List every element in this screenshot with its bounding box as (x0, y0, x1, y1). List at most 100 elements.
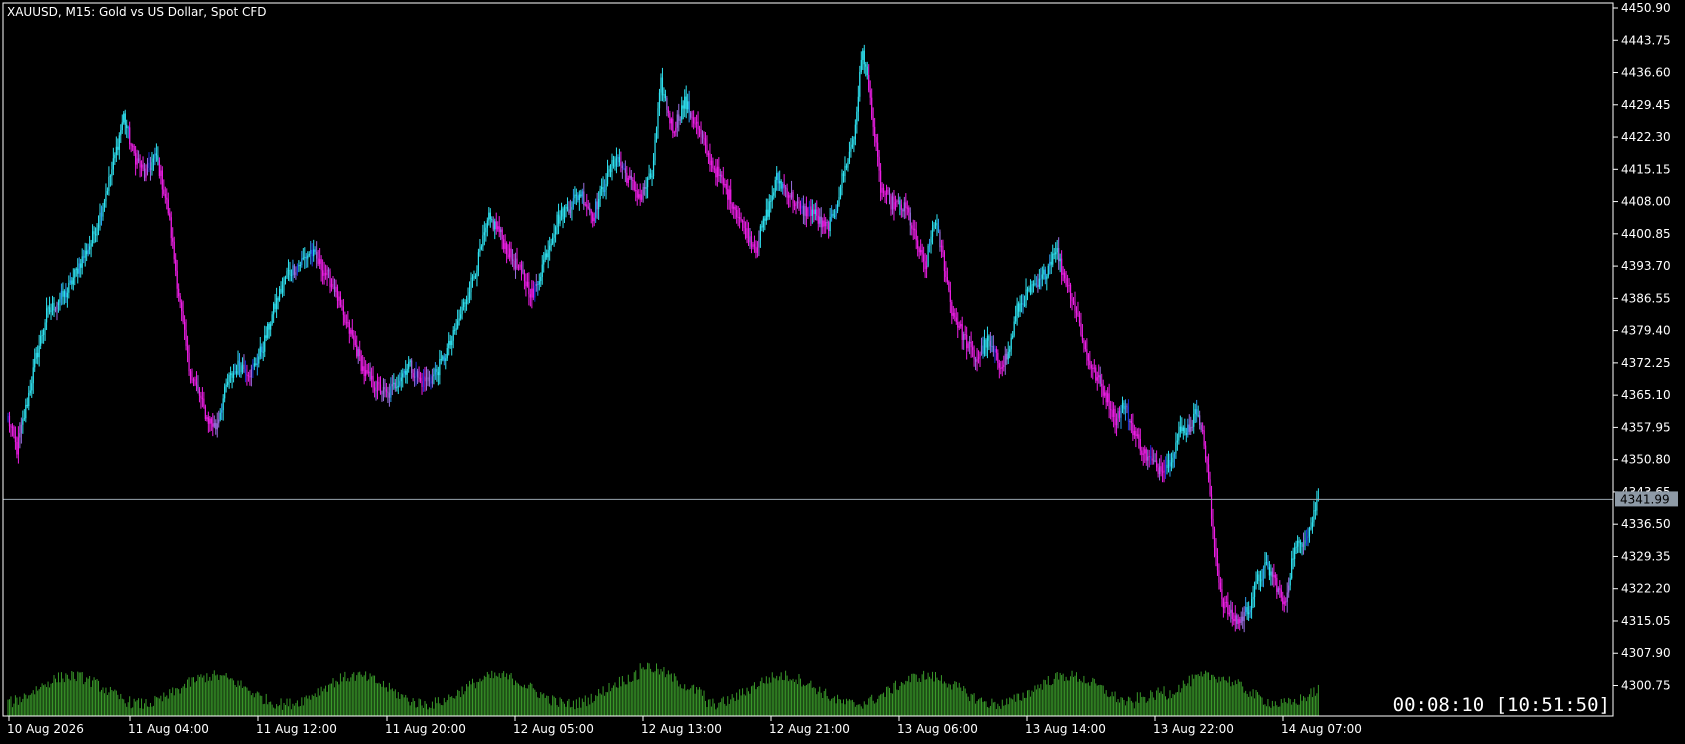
candle-body (118, 135, 120, 150)
candle-body (644, 187, 646, 189)
candle-body (606, 170, 609, 185)
y-tick-label: 4322.20 (1621, 582, 1671, 596)
candle-body (983, 339, 986, 354)
candle-body (342, 306, 344, 315)
candle-body (682, 105, 684, 109)
candle-body (960, 324, 962, 327)
candle-body (547, 249, 549, 258)
candle-body (460, 314, 462, 319)
candle-body (739, 216, 741, 219)
candle-body (191, 379, 193, 381)
candle-body (768, 201, 770, 217)
candle-body (287, 269, 290, 271)
candle-body (958, 326, 960, 328)
candle-body (234, 371, 236, 374)
candle-body (874, 126, 876, 137)
chart-window[interactable]: 4450.90 4443.75 4436.60 4429.45 4422.30 4415.… (0, 0, 1685, 740)
candle-body (698, 129, 701, 131)
candle-body (746, 228, 748, 239)
candle-body (1080, 322, 1082, 335)
candle-body (976, 358, 978, 362)
candle-body (767, 209, 769, 217)
candle-body (322, 270, 324, 276)
candle-body (997, 352, 999, 364)
candle-body (281, 285, 284, 293)
candle-body (1187, 424, 1189, 435)
candle-body (831, 213, 833, 217)
candle-body (19, 433, 21, 438)
candle-body (35, 352, 37, 359)
candle-body (151, 162, 153, 170)
candle-body (661, 77, 664, 96)
candle-body (274, 303, 276, 309)
candle-body (1193, 413, 1195, 427)
candle-body (902, 209, 904, 212)
candle-body (243, 364, 245, 369)
candle-body (1068, 284, 1070, 286)
candle-body (841, 173, 843, 188)
candle-body (777, 173, 779, 184)
candle-body (930, 236, 932, 243)
candle-body (1301, 543, 1303, 547)
candle-body (1248, 612, 1250, 615)
candle-body (623, 168, 625, 170)
candle-body (783, 183, 785, 188)
candle-body (430, 381, 432, 384)
candle-body (11, 426, 14, 428)
candle-body (749, 236, 751, 243)
candle-body (986, 335, 989, 348)
price-chart[interactable]: 4450.90 4443.75 4436.60 4429.45 4422.30 4415.… (0, 0, 1685, 740)
candle-body (955, 317, 957, 322)
candle-body (586, 204, 588, 207)
candle-body (497, 226, 499, 230)
candle-body (1056, 248, 1058, 253)
candle-body (483, 232, 485, 236)
candle-body (905, 202, 907, 208)
candle-body (829, 216, 831, 232)
candle-body (559, 216, 561, 224)
candle-body (1127, 406, 1130, 423)
candle-body (338, 296, 340, 301)
candle-body (761, 226, 763, 228)
candle-body (387, 391, 389, 393)
candle-body (535, 283, 537, 287)
candle-body (59, 299, 61, 303)
candle-body (684, 96, 686, 109)
candle-body (939, 231, 941, 248)
candle-body (1176, 440, 1178, 443)
candle-body (136, 158, 138, 165)
candle-body (310, 249, 312, 254)
candle-body (1112, 408, 1115, 418)
candle-body (519, 264, 521, 268)
candle-body (396, 387, 398, 389)
candle-body (566, 206, 569, 210)
candle-body (474, 276, 477, 278)
candle-body (627, 178, 629, 183)
candle-body (897, 200, 899, 202)
candle-body (319, 259, 321, 264)
candle-body (638, 194, 640, 198)
candle-body (458, 318, 460, 321)
candle-body (879, 170, 882, 193)
candle-body (691, 117, 693, 119)
candle-body (452, 330, 454, 341)
candle-body (394, 382, 396, 389)
candle-body (1291, 558, 1293, 579)
candle-body (1170, 462, 1173, 467)
y-tick-label: 4415.15 (1621, 162, 1671, 176)
candle-body (8, 415, 11, 427)
candle-body (844, 165, 846, 177)
candle-body (847, 161, 849, 168)
candle-body (158, 160, 160, 176)
candle-body (544, 253, 546, 260)
candle-body (629, 175, 631, 179)
candle-body (786, 188, 788, 198)
candle-body (292, 265, 294, 276)
candle-body (461, 306, 463, 315)
candle-body (1230, 609, 1232, 613)
candle-body (832, 213, 834, 216)
candle-body (621, 165, 623, 169)
candle-body (508, 248, 511, 258)
candle-body (1081, 334, 1084, 341)
candle-body (323, 272, 325, 276)
